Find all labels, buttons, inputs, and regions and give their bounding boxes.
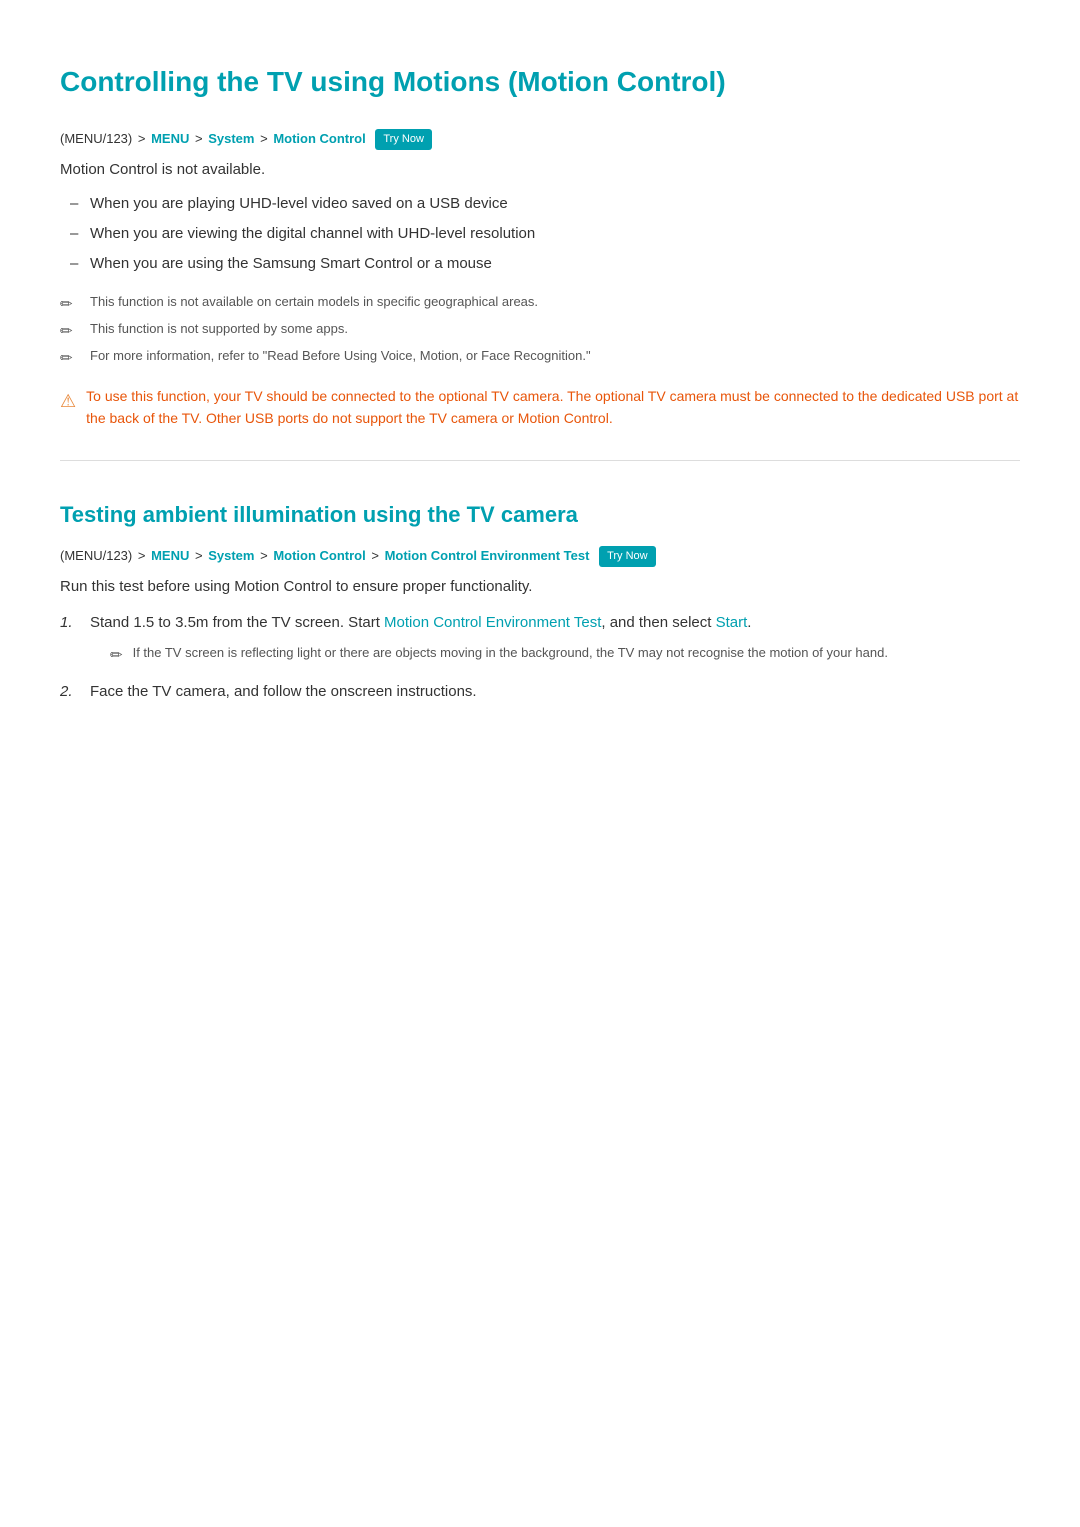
breadcrumb-motion-control: Motion Control <box>273 131 365 146</box>
breadcrumb2-env-test: Motion Control Environment Test <box>385 548 590 563</box>
bullet-item-2: When you are viewing the digital channel… <box>60 222 1020 246</box>
breadcrumb-menu: MENU <box>151 131 189 146</box>
note-item-2: ✏ This function is not supported by some… <box>60 319 1020 340</box>
note-item-1: ✏ This function is not available on cert… <box>60 292 1020 313</box>
note-item-3: ✏ For more information, refer to "Read B… <box>60 346 1020 367</box>
warning-icon: ⚠ <box>60 387 76 416</box>
breadcrumb-menu123: (MENU/123) <box>60 131 132 146</box>
breadcrumb2-arrow2: > <box>195 548 203 563</box>
step-2: 2. Face the TV camera, and follow the on… <box>60 680 1020 704</box>
breadcrumb-system: System <box>208 131 254 146</box>
breadcrumb2-menu: MENU <box>151 548 189 563</box>
try-now-badge-1[interactable]: Try Now <box>375 129 432 151</box>
section-divider <box>60 460 1020 461</box>
breadcrumb-section1: (MENU/123) > MENU > System > Motion Cont… <box>60 129 1020 151</box>
breadcrumb-section2: (MENU/123) > MENU > System > Motion Cont… <box>60 546 1020 568</box>
step-number-1: 1. <box>60 611 73 635</box>
bullet-list: When you are playing UHD-level video sav… <box>60 192 1020 276</box>
breadcrumb-arrow2: > <box>195 131 203 146</box>
breadcrumb-arrow1: > <box>138 131 146 146</box>
breadcrumb2-arrow1: > <box>138 548 146 563</box>
step2-text: Face the TV camera, and follow the onscr… <box>90 683 477 700</box>
breadcrumb2-motion-control: Motion Control <box>273 548 365 563</box>
step1-sub-note: ✏ If the TV screen is reflecting light o… <box>110 643 1020 668</box>
step1-link2: Start <box>716 614 748 631</box>
breadcrumb2-menu123: (MENU/123) <box>60 548 132 563</box>
section2-title: Testing ambient illumination using the T… <box>60 497 1020 532</box>
pencil-icon-3: ✏ <box>60 347 73 371</box>
step1-sub-note-text: If the TV screen is reflecting light or … <box>133 643 888 663</box>
step1-text-end: . <box>747 614 751 631</box>
ordered-steps: 1. Stand 1.5 to 3.5m from the TV screen.… <box>60 611 1020 704</box>
bullet-item-3: When you are using the Samsung Smart Con… <box>60 252 1020 276</box>
pencil-icon-1: ✏ <box>60 293 73 317</box>
step-1: 1. Stand 1.5 to 3.5m from the TV screen.… <box>60 611 1020 668</box>
bullet-item-1: When you are playing UHD-level video sav… <box>60 192 1020 216</box>
warning-box: ⚠ To use this function, your TV should b… <box>60 385 1020 430</box>
pencil-icon-2: ✏ <box>60 320 73 344</box>
step1-text-after: , and then select <box>601 614 715 631</box>
step1-text-before: Stand 1.5 to 3.5m from the TV screen. St… <box>90 614 384 631</box>
breadcrumb2-arrow3: > <box>260 548 268 563</box>
breadcrumb2-system: System <box>208 548 254 563</box>
section1-intro: Motion Control is not available. <box>60 158 1020 182</box>
step1-link1: Motion Control Environment Test <box>384 614 601 631</box>
section2-run-note: Run this test before using Motion Contro… <box>60 575 1020 599</box>
page-title: Controlling the TV using Motions (Motion… <box>60 60 1020 105</box>
breadcrumb2-arrow4: > <box>371 548 379 563</box>
breadcrumb-arrow3: > <box>260 131 268 146</box>
step-number-2: 2. <box>60 680 73 704</box>
try-now-badge-2[interactable]: Try Now <box>599 546 656 568</box>
pencil-icon-sub: ✏ <box>110 644 123 668</box>
warning-text: To use this function, your TV should be … <box>86 385 1020 430</box>
note-list: ✏ This function is not available on cert… <box>60 292 1020 366</box>
